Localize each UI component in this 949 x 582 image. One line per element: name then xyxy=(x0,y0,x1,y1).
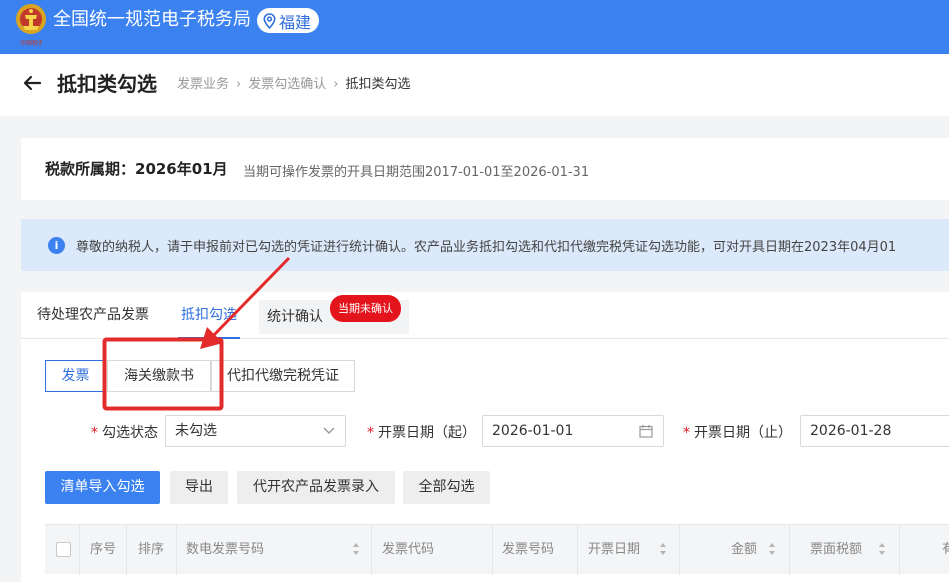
tab-bar: 待处理农产品发票 抵扣勾选 统计确认 当期未确认 xyxy=(21,292,949,339)
date-end-input[interactable]: 2026-01-28 xyxy=(800,415,949,447)
sort-icon xyxy=(353,543,359,555)
breadcrumb: 发票业务 › 发票勾选确认 › 抵扣类勾选 xyxy=(177,76,410,94)
breadcrumb-item-invoice-business[interactable]: 发票业务 xyxy=(177,76,229,94)
tab-statistics-label: 统计确认 xyxy=(267,309,323,325)
breadcrumb-item-invoice-selection[interactable]: 发票勾选确认 xyxy=(248,76,326,94)
sort-icon xyxy=(660,543,666,555)
agricultural-entry-button[interactable]: 代开农产品发票录入 xyxy=(237,471,395,504)
sort-icon xyxy=(879,543,885,555)
chevron-right-icon: › xyxy=(236,77,242,92)
column-header: 排序 xyxy=(127,525,177,575)
subtab-customs-payment[interactable]: 海关缴款书 xyxy=(107,360,211,392)
page-title: 抵扣类勾选 xyxy=(57,72,157,96)
column-header: 发票代码 xyxy=(372,525,493,575)
main-panel: 待处理农产品发票 抵扣勾选 统计确认 当期未确认 发票 海关缴款书 代扣代缴完税… xyxy=(21,292,949,582)
status-filter-label: * 勾选状态 xyxy=(91,425,158,441)
chevron-right-icon: › xyxy=(333,77,339,92)
breadcrumb-item-current: 抵扣类勾选 xyxy=(345,77,411,92)
date-end-label: * 开票日期（止） xyxy=(683,425,792,441)
status-select[interactable]: 未勾选 xyxy=(165,415,346,447)
region-selector[interactable]: 福建 xyxy=(257,8,320,33)
date-start-label: * 开票日期（起） xyxy=(367,425,476,441)
import-select-button[interactable]: 清单导入勾选 xyxy=(45,471,160,504)
sort-icon xyxy=(769,543,775,555)
subtab-withholding-certificate[interactable]: 代扣代缴完税凭证 xyxy=(211,360,355,392)
region-label: 福建 xyxy=(279,12,312,32)
column-header-sortable[interactable]: 开票日期 xyxy=(578,525,680,575)
tax-period-label: 税款所属期：2026年01月 xyxy=(45,160,228,178)
column-header-sortable[interactable]: 金额 xyxy=(680,525,790,575)
chevron-down-icon xyxy=(323,427,335,434)
info-icon: i xyxy=(48,237,65,254)
table-header: 序号 排序 数电发票号码 发票代码 发票号码 开票日期 金额 票面税额 有 xyxy=(45,524,949,575)
select-all-checkbox[interactable] xyxy=(56,542,71,557)
date-end-value: 2026-01-28 xyxy=(810,423,892,439)
status-select-value: 未勾选 xyxy=(175,423,217,439)
column-header-sortable[interactable]: 数电发票号码 xyxy=(177,525,372,575)
column-header-sortable[interactable]: 票面税额 xyxy=(790,525,900,575)
notice-text: 尊敬的纳税人，请于申报前对已勾选的凭证进行统计确认。农产品业务抵扣勾选和代扣代缴… xyxy=(76,240,897,255)
status-badge: 当期未确认 xyxy=(330,295,401,322)
tax-period-card: 税款所属期：2026年01月 当期可操作发票的开具日期范围2017-01-01至… xyxy=(21,138,949,200)
tab-pending-agricultural[interactable]: 待处理农产品发票 xyxy=(37,292,149,339)
date-start-input[interactable]: 2026-01-01 xyxy=(482,415,664,447)
top-bar: 中国税务 全国统一规范电子税务局 福建 xyxy=(0,0,949,54)
logo-caption: 中国税务 xyxy=(20,40,42,47)
tax-emblem-icon xyxy=(16,4,46,34)
select-all-cell xyxy=(45,525,80,575)
tab-deduction-select[interactable]: 抵扣勾选 xyxy=(178,292,240,339)
subtab-invoice[interactable]: 发票 xyxy=(45,360,106,392)
select-all-button[interactable]: 全部勾选 xyxy=(403,471,490,504)
export-button[interactable]: 导出 xyxy=(170,471,228,504)
page-header: 抵扣类勾选 发票业务 › 发票勾选确认 › 抵扣类勾选 xyxy=(0,54,949,116)
calendar-icon xyxy=(639,425,653,438)
tax-period-hint: 当期可操作发票的开具日期范围2017-01-01至2026-01-31 xyxy=(243,165,590,180)
column-header: 发票号码 xyxy=(493,525,578,575)
column-header: 序号 xyxy=(80,525,127,575)
location-pin-icon xyxy=(263,12,276,29)
column-header: 有 xyxy=(942,542,949,557)
notice-banner: i 尊敬的纳税人，请于申报前对已勾选的凭证进行统计确认。农产品业务抵扣勾选和代扣… xyxy=(21,219,949,271)
app-title: 全国统一规范电子税务局 xyxy=(53,9,251,30)
arrow-left-icon[interactable] xyxy=(22,73,42,93)
date-start-value: 2026-01-01 xyxy=(492,423,574,439)
